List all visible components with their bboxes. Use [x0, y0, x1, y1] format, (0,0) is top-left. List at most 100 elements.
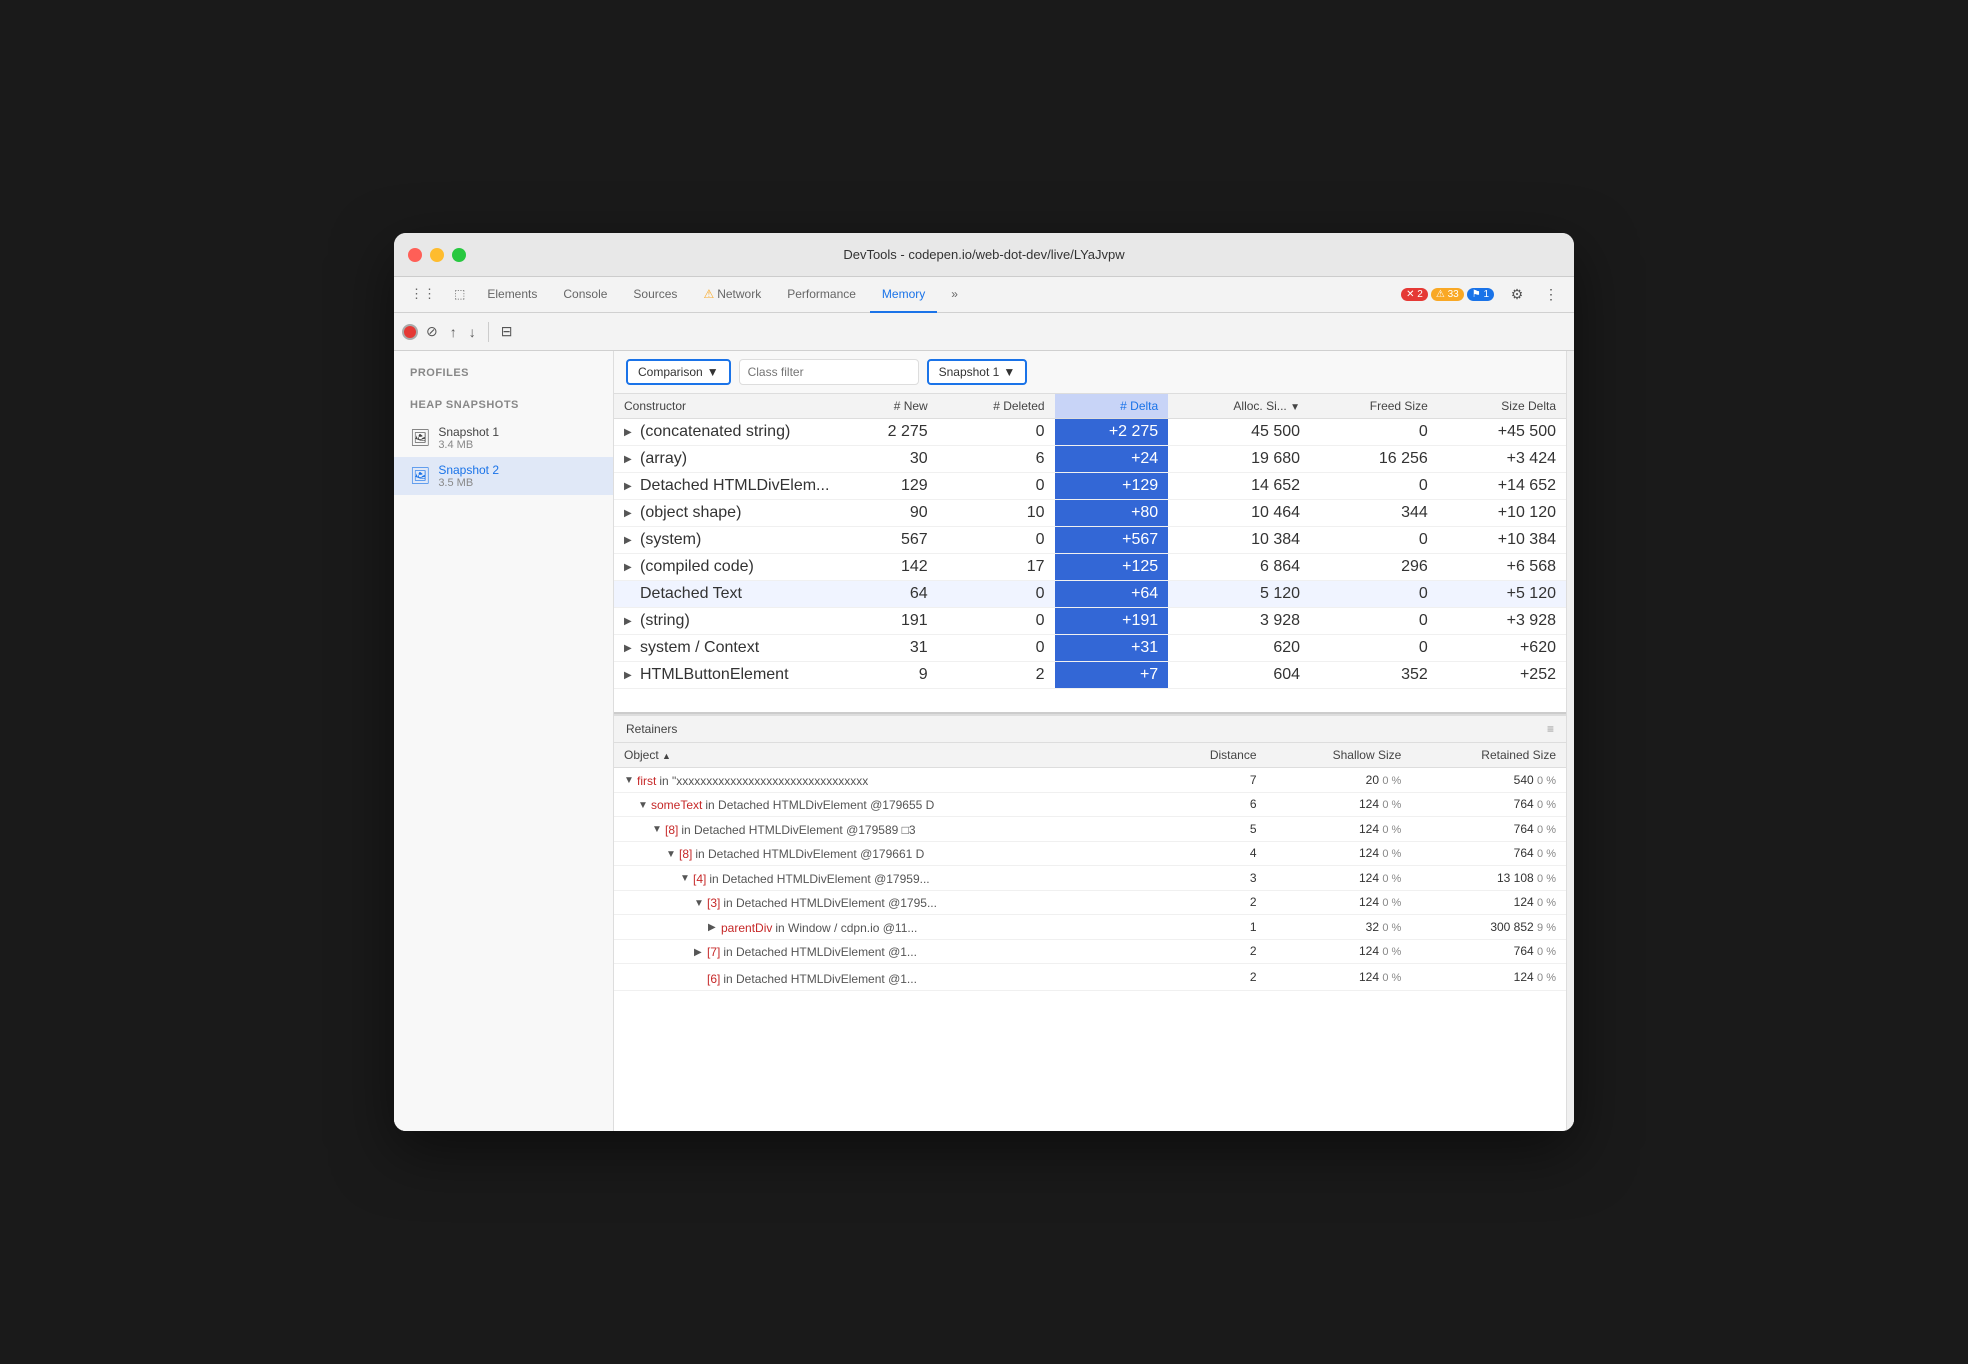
- settings-button[interactable]: ⚙: [1506, 284, 1528, 306]
- retainer-retained-cell: 300 852 9 %: [1411, 915, 1566, 940]
- constructor-cell[interactable]: ▶ (concatenated string): [614, 419, 839, 446]
- tree-arrow: ▼: [694, 898, 704, 909]
- alloc-size-cell: 3 928: [1168, 608, 1310, 635]
- constructor-cell[interactable]: ▶ HTMLButtonElement: [614, 662, 839, 689]
- expand-arrow: ▶: [624, 454, 636, 465]
- heap-snapshots-title: HEAP SNAPSHOTS: [394, 395, 613, 419]
- retainer-row[interactable]: ▼ [8] in Detached HTMLDivElement @179661…: [614, 841, 1566, 866]
- tab-cursor[interactable]: ⋮⋮: [402, 277, 444, 313]
- snapshot-2-item[interactable]: 🖼 Snapshot 2 3.5 MB: [394, 457, 613, 495]
- new-cell: 64: [839, 581, 937, 608]
- deleted-cell: 0: [938, 608, 1055, 635]
- retainer-retained-cell: 13 108 0 %: [1411, 866, 1566, 891]
- close-button[interactable]: [408, 248, 422, 262]
- retainer-col-retained: Retained Size: [1411, 743, 1566, 768]
- comparison-toolbar: Comparison ▼ Snapshot 1 ▼: [614, 351, 1566, 394]
- retainers-scroll-icon: ≡: [1547, 722, 1554, 736]
- record-button[interactable]: [402, 324, 418, 340]
- size-delta-cell: +10 384: [1438, 527, 1566, 554]
- deleted-cell: 10: [938, 500, 1055, 527]
- col-freed-size: Freed Size: [1310, 394, 1438, 419]
- delta-cell: +80: [1055, 500, 1169, 527]
- constructor-table-container: Constructor # New # Deleted: [614, 394, 1566, 714]
- expand-arrow: ▶: [624, 562, 636, 573]
- scrollbar[interactable]: [1566, 351, 1574, 1131]
- alloc-size-cell: 14 652: [1168, 473, 1310, 500]
- tab-sources[interactable]: Sources: [621, 277, 689, 313]
- comparison-mode-label: Comparison: [638, 365, 703, 379]
- retainer-retained-cell: 764 0 %: [1411, 817, 1566, 842]
- retainer-row[interactable]: ▶ parentDiv in Window / cdpn.io @11... 1…: [614, 915, 1566, 940]
- retainer-object-context: in Detached HTMLDivElement @179589 □3: [681, 823, 915, 837]
- retainer-row[interactable]: ▶ [7] in Detached HTMLDivElement @1... 2…: [614, 939, 1566, 964]
- constructor-cell[interactable]: ▶ system / Context: [614, 635, 839, 662]
- minimize-button[interactable]: [430, 248, 444, 262]
- retainer-row[interactable]: ▼ someText in Detached HTMLDivElement @1…: [614, 792, 1566, 817]
- new-cell: 191: [839, 608, 937, 635]
- retainer-object-context: in Detached HTMLDivElement @1795...: [723, 896, 937, 910]
- constructor-cell[interactable]: ▶ (compiled code): [614, 554, 839, 581]
- tab-performance-label: Performance: [787, 287, 856, 301]
- collect-garbage-button[interactable]: ⊟: [497, 319, 517, 344]
- retainer-shallow-cell: 124 0 %: [1267, 890, 1412, 915]
- retainer-row[interactable]: ▼ [3] in Detached HTMLDivElement @1795..…: [614, 890, 1566, 915]
- constructor-cell[interactable]: Detached Text: [614, 581, 839, 608]
- expand-arrow: ▶: [624, 670, 636, 681]
- fullscreen-button[interactable]: [452, 248, 466, 262]
- retainer-row[interactable]: ▼ first in "xxxxxxxxxxxxxxxxxxxxxxxxxxxx…: [614, 768, 1566, 793]
- retainer-row[interactable]: [6] in Detached HTMLDivElement @1... 212…: [614, 964, 1566, 991]
- constructor-cell[interactable]: ▶ Detached HTMLDivElem...: [614, 473, 839, 500]
- retainer-row[interactable]: ▼ [4] in Detached HTMLDivElement @17959.…: [614, 866, 1566, 891]
- constructor-cell[interactable]: ▶ (object shape): [614, 500, 839, 527]
- retainer-object-cell: ▼ [4] in Detached HTMLDivElement @17959.…: [614, 866, 1158, 891]
- devtools-window: DevTools - codepen.io/web-dot-dev/live/L…: [394, 233, 1574, 1131]
- tab-network[interactable]: ⚠ Network: [691, 277, 773, 313]
- tab-elements-label: Elements: [487, 287, 537, 301]
- retainer-retained-cell: 764 0 %: [1411, 939, 1566, 964]
- clear-button[interactable]: ⊘: [422, 319, 442, 344]
- snapshot-2-icon: 🖼: [410, 466, 430, 486]
- tab-console-label: Console: [563, 287, 607, 301]
- retainer-distance-cell: 6: [1158, 792, 1267, 817]
- snapshot-1-item[interactable]: 🖼 Snapshot 1 3.4 MB: [394, 419, 613, 457]
- col-delta[interactable]: # Delta: [1055, 394, 1169, 419]
- constructor-name: (object shape): [640, 504, 741, 522]
- delta-cell: +31: [1055, 635, 1169, 662]
- constructor-cell[interactable]: ▶ (string): [614, 608, 839, 635]
- tab-performance[interactable]: Performance: [775, 277, 868, 313]
- col-constructor: Constructor: [614, 394, 839, 419]
- snapshot-selector-dropdown[interactable]: Snapshot 1 ▼: [927, 359, 1028, 385]
- tab-bar: ⋮⋮ ⬚ Elements Console Sources ⚠ Network …: [394, 277, 1574, 313]
- retainer-row[interactable]: ▼ [8] in Detached HTMLDivElement @179589…: [614, 817, 1566, 842]
- retainer-object-name: parentDiv: [721, 921, 772, 935]
- class-filter-input[interactable]: [739, 359, 919, 385]
- retainer-shallow-cell: 124 0 %: [1267, 841, 1412, 866]
- tree-arrow: ▼: [624, 775, 634, 786]
- alloc-size-cell: 10 464: [1168, 500, 1310, 527]
- snapshot-chevron-icon: ▼: [1003, 365, 1015, 379]
- tab-inspector[interactable]: ⬚: [446, 277, 473, 313]
- retainer-object-cell: ▶ [7] in Detached HTMLDivElement @1...: [614, 939, 1158, 964]
- col-alloc-size[interactable]: Alloc. Si... ▼: [1168, 394, 1310, 419]
- expand-arrow: [624, 589, 636, 600]
- snapshot-selector-label: Snapshot 1: [939, 365, 1000, 379]
- delta-cell: +2 275: [1055, 419, 1169, 446]
- retainer-retained-cell: 124 0 %: [1411, 964, 1566, 991]
- constructor-cell[interactable]: ▶ (array): [614, 446, 839, 473]
- constructor-cell[interactable]: ▶ (system): [614, 527, 839, 554]
- freed-size-cell: 0: [1310, 527, 1438, 554]
- retainer-distance-cell: 2: [1158, 964, 1267, 991]
- freed-size-cell: 296: [1310, 554, 1438, 581]
- tab-more[interactable]: »: [939, 277, 970, 313]
- expand-arrow: ▶: [624, 427, 636, 438]
- comparison-mode-dropdown[interactable]: Comparison ▼: [626, 359, 731, 385]
- load-button[interactable]: ↑: [446, 320, 461, 344]
- expand-arrow: ▶: [624, 481, 636, 492]
- tab-sources-label: Sources: [633, 287, 677, 301]
- tab-console[interactable]: Console: [551, 277, 619, 313]
- save-button[interactable]: ↓: [465, 320, 480, 344]
- tab-elements[interactable]: Elements: [475, 277, 549, 313]
- new-cell: 30: [839, 446, 937, 473]
- tab-memory[interactable]: Memory: [870, 277, 937, 313]
- more-menu-button[interactable]: ⋮: [1540, 284, 1562, 306]
